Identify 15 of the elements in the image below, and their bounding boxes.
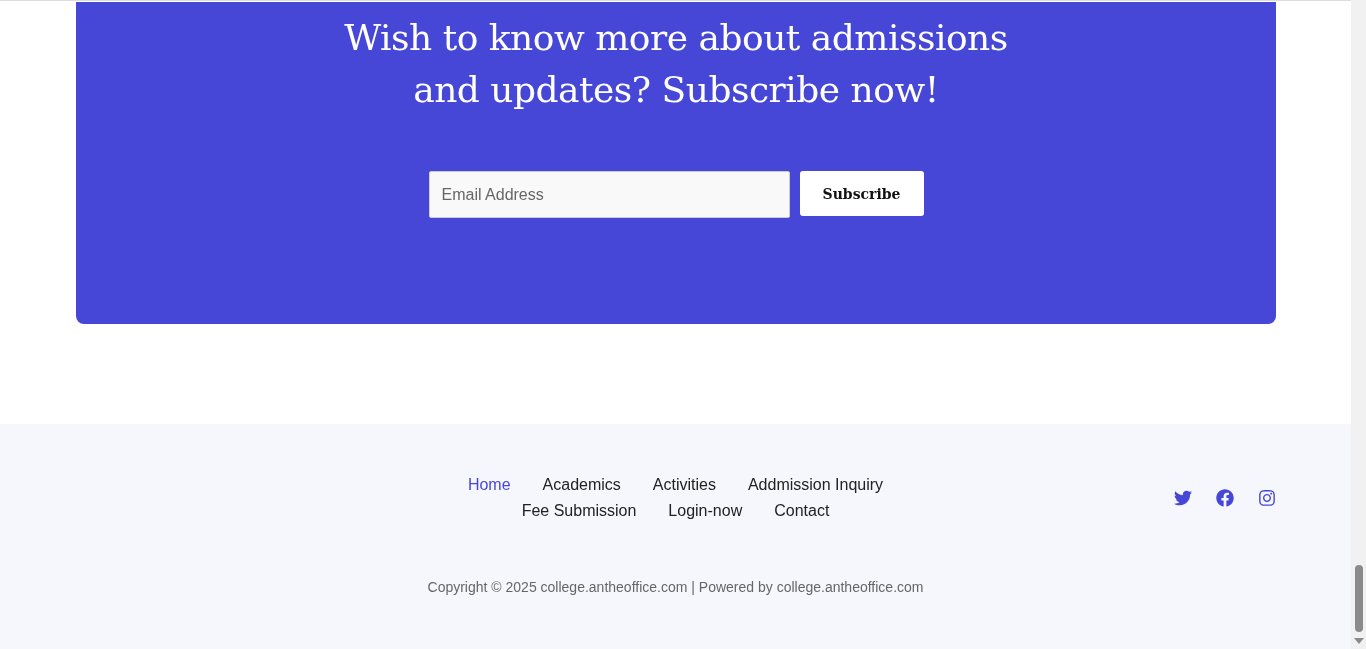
instagram-icon[interactable] — [1258, 489, 1276, 507]
facebook-icon[interactable] — [1216, 489, 1234, 507]
subscribe-heading: Wish to know more about admissions and updates? Subscribe now! — [344, 16, 1008, 112]
footer-link[interactable]: Home — [467, 475, 511, 495]
subscribe-button[interactable]: Subscribe — [799, 171, 924, 216]
copyright-text: Copyright © 2025 college.antheoffice.com | Powered by college.antheoffice.com — [427, 579, 924, 595]
footer-link[interactable]: Contact — [774, 501, 830, 521]
bird-icon[interactable] — [1174, 489, 1192, 507]
footer-link[interactable]: Login-now — [668, 501, 743, 521]
footer-link[interactable]: Activities — [652, 475, 716, 495]
footer-link[interactable]: Addmission Inquiry — [747, 475, 884, 495]
email-field[interactable]: Email Address — [428, 171, 790, 218]
scrollbar[interactable] — [1351, 0, 1366, 649]
footer-link[interactable]: Fee Submission — [521, 501, 637, 521]
footer-link[interactable]: Academics — [542, 475, 621, 495]
